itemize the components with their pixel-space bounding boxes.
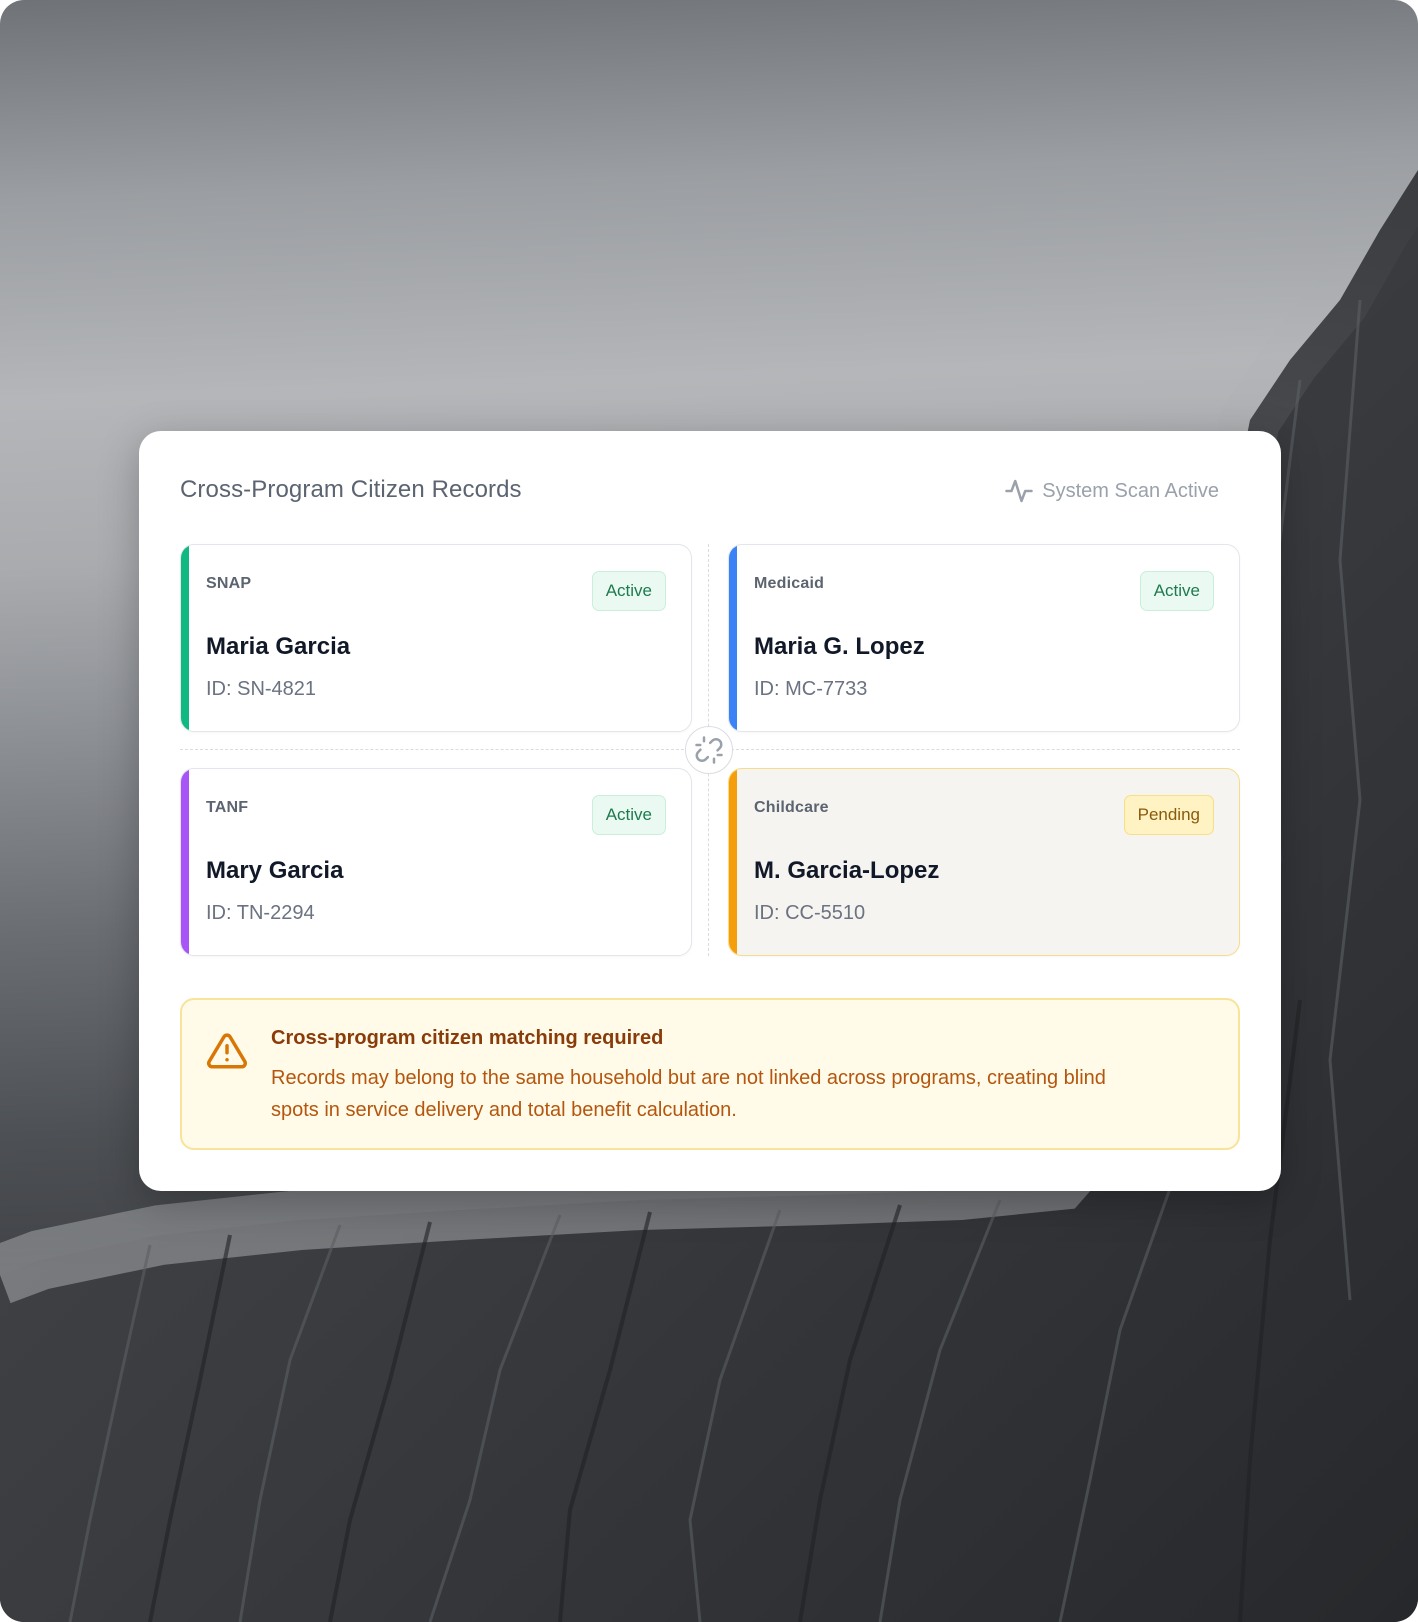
record-id: ID: TN-2294: [206, 902, 315, 924]
program-label: Medicaid: [754, 575, 825, 592]
record-id: ID: SN-4821: [206, 678, 317, 700]
citizen-name: Maria Garcia: [206, 633, 351, 660]
panel-title: Cross-Program Citizen Records: [180, 476, 522, 503]
program-label: Childcare: [754, 799, 829, 816]
program-accent-bar: [729, 769, 737, 955]
records-grid: SNAP Active Maria Garcia ID: SN-4821 Med…: [180, 544, 1240, 956]
record-card-snap[interactable]: SNAP Active Maria Garcia ID: SN-4821: [180, 544, 692, 732]
status-badge: Active: [591, 571, 666, 611]
status-badge: Active: [1139, 571, 1214, 611]
record-id: ID: CC-5510: [754, 902, 866, 924]
record-card-childcare[interactable]: Childcare Pending M. Garcia-Lopez ID: CC…: [728, 768, 1240, 956]
program-accent-bar: [181, 545, 189, 731]
citizen-records-panel: Cross-Program Citizen Records System Sca…: [139, 431, 1281, 1191]
alert-title: Cross-program citizen matching required: [271, 1027, 664, 1049]
record-card-medicaid[interactable]: Medicaid Active Maria G. Lopez ID: MC-77…: [728, 544, 1240, 732]
citizen-name: M. Garcia-Lopez: [754, 857, 940, 884]
alert-message: Records may belong to the same household…: [271, 1067, 1106, 1121]
program-label: TANF: [206, 799, 249, 816]
unlink-icon: [685, 726, 733, 774]
citizen-name: Mary Garcia: [206, 857, 344, 884]
citizen-name: Maria G. Lopez: [754, 633, 925, 660]
record-card-tanf[interactable]: TANF Active Mary Garcia ID: TN-2294: [180, 768, 692, 956]
status-badge: Pending: [1123, 795, 1214, 835]
warning-triangle-icon: [206, 1030, 248, 1077]
program-accent-bar: [729, 545, 737, 731]
matching-required-alert: Cross-program citizen matching required …: [180, 998, 1240, 1150]
scan-status-label: System Scan Active: [1042, 479, 1219, 502]
status-badge: Active: [591, 795, 666, 835]
record-id: ID: MC-7733: [754, 678, 868, 700]
activity-pulse-icon: [1004, 476, 1034, 506]
program-label: SNAP: [206, 575, 252, 592]
system-scan-status: System Scan Active: [1004, 476, 1219, 506]
program-accent-bar: [181, 769, 189, 955]
